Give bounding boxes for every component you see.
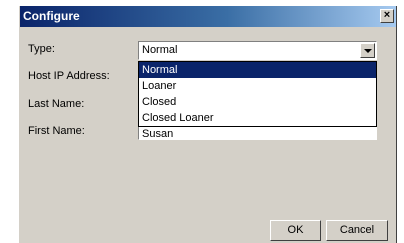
close-button[interactable]: ×: [380, 9, 394, 23]
close-icon: ×: [383, 9, 391, 21]
ok-button[interactable]: OK: [270, 220, 321, 241]
configure-dialog: Configure × Type: Normal Host IP Address…: [19, 6, 397, 243]
last-name-label: Last Name:: [28, 98, 85, 110]
type-option-normal[interactable]: Normal: [139, 62, 376, 78]
type-label: Type:: [28, 43, 55, 55]
dialog-title: Configure: [23, 9, 80, 23]
first-name-value: Susan: [142, 128, 174, 140]
type-select-value: Normal: [142, 44, 178, 56]
type-dropdown-list: Normal Loaner Closed Closed Loaner: [138, 61, 377, 127]
title-bar[interactable]: Configure ×: [20, 6, 396, 27]
type-option-loaner[interactable]: Loaner: [139, 78, 376, 94]
host-ip-label: Host IP Address:: [28, 70, 110, 82]
type-option-closed-loaner[interactable]: Closed Loaner: [139, 110, 376, 126]
cancel-button[interactable]: Cancel: [326, 220, 388, 241]
type-option-closed[interactable]: Closed: [139, 94, 376, 110]
first-name-label: First Name:: [28, 125, 85, 137]
chevron-down-icon[interactable]: [360, 43, 375, 58]
dialog-body: Type: Normal Host IP Address: Last Name:…: [20, 27, 396, 243]
type-select[interactable]: Normal: [138, 41, 377, 60]
